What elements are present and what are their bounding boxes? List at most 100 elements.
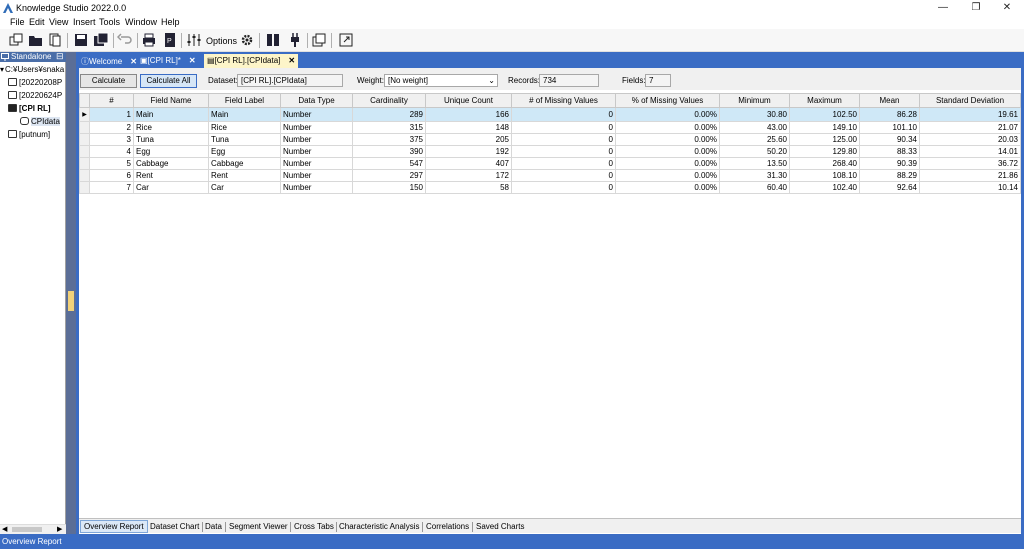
table-row[interactable]: 6 Rent Rent Number 297 172 0 0.00% 31.30 108.10 88… [79, 169, 1021, 182]
menu-edit[interactable]: Edit [29, 17, 45, 27]
menu-view[interactable]: View [49, 17, 68, 27]
row-selector[interactable] [79, 157, 90, 170]
menu-tools[interactable]: Tools [99, 17, 120, 27]
column-header[interactable]: Maximum [789, 93, 860, 108]
tree-item-project[interactable]: [20220208P [8, 78, 66, 87]
tree-item-project[interactable]: [putnum] [8, 130, 66, 139]
table-row[interactable]: 3 Tuna Tuna Number 375 205 0 0.00% 25.60 125.00 90… [79, 133, 1021, 146]
tab-saved-charts[interactable]: Saved Charts [473, 521, 527, 532]
tree-horizontal-scrollbar[interactable]: ◀ ▶ [0, 524, 66, 534]
tree-item-root[interactable]: ▾C:¥Users¥snaka [0, 65, 66, 74]
close-tab-icon[interactable]: ✕ [288, 56, 295, 65]
tab-welcome[interactable]: ⓘWelcome ✕ [78, 54, 140, 68]
copy-icon[interactable] [47, 32, 63, 48]
tab-dataset-chart[interactable]: Dataset Chart [147, 521, 202, 532]
table-cell: 50.20 [719, 145, 790, 158]
table-cell: Cabbage [208, 157, 281, 170]
table-cell: 43.00 [719, 121, 790, 134]
column-header[interactable]: Data Type [280, 93, 353, 108]
tab-cross-tabs[interactable]: Cross Tabs [291, 521, 337, 532]
column-header[interactable]: Unique Count [425, 93, 512, 108]
table-row[interactable]: ▶ 1 Main Main Number 289 166 0 0.00% 30.80 102.50 8… [79, 107, 1021, 122]
tab-data[interactable]: Data [202, 521, 225, 532]
column-header[interactable]: Standard Deviation [919, 93, 1021, 108]
new-project-icon[interactable] [8, 32, 24, 48]
close-tab-icon[interactable]: ✕ [130, 57, 137, 66]
row-selector[interactable] [79, 145, 90, 158]
table-cell: Rent [208, 169, 281, 182]
table-row[interactable]: 7 Car Car Number 150 58 0 0.00% 60.40 102.40 92.64… [79, 181, 1021, 194]
table-cell: 30.80 [719, 107, 790, 122]
restore-button[interactable]: ❐ [961, 0, 991, 16]
table-cell: 0 [511, 181, 616, 194]
options-label[interactable]: Options [206, 36, 237, 46]
toolbar: P Options [0, 29, 1024, 52]
save-all-icon[interactable] [93, 32, 109, 48]
column-header[interactable]: Minimum [719, 93, 790, 108]
maximize-window-icon[interactable] [338, 32, 354, 48]
window-cascade-icon[interactable] [311, 32, 327, 48]
open-folder-icon[interactable] [28, 32, 44, 48]
chevron-down-icon[interactable]: ⌄ [488, 75, 495, 86]
weight-select[interactable]: [No weight] ⌄ [384, 74, 498, 87]
weight-label: Weight: [357, 76, 384, 85]
column-header[interactable]: Mean [859, 93, 920, 108]
tab-characteristic-analysis[interactable]: Characteristic Analysis [336, 521, 422, 532]
tree-item-dataset[interactable]: CPIdata [20, 117, 66, 126]
table-row[interactable]: 5 Cabbage Cabbage Number 547 407 0 0.00% 13.50 26… [79, 157, 1021, 170]
menu-help[interactable]: Help [161, 17, 180, 27]
table-row[interactable]: 2 Rice Rice Number 315 148 0 0.00% 43.00 149.10 10… [79, 121, 1021, 134]
column-header[interactable]: % of Missing Values [615, 93, 720, 108]
menu-window[interactable]: Window [125, 17, 157, 27]
table-cell: 0 [511, 145, 616, 158]
table-cell: 148 [425, 121, 512, 134]
table-cell: 289 [352, 107, 426, 122]
tree-item-project[interactable]: [20220624P [8, 91, 66, 100]
minimize-button[interactable]: — [928, 0, 958, 16]
row-selector[interactable]: ▶ [79, 107, 90, 122]
undo-icon[interactable] [117, 32, 133, 48]
table-row[interactable]: 4 Egg Egg Number 390 192 0 0.00% 50.20 129.80 88.3… [79, 145, 1021, 158]
column-header[interactable]: # [89, 93, 134, 108]
expand-arrow-icon[interactable]: ▾ [0, 65, 4, 74]
scroll-thumb[interactable] [12, 527, 42, 532]
row-selector[interactable] [79, 121, 90, 134]
collapse-panel-icon[interactable]: ⊟ [56, 51, 64, 62]
tab-project[interactable]: ▣[CPI RL]* ✕ [137, 54, 199, 68]
close-tab-icon[interactable]: ✕ [189, 56, 196, 65]
row-selector[interactable] [79, 169, 90, 182]
export-pdf-icon[interactable]: P [162, 32, 178, 48]
row-selector[interactable] [79, 133, 90, 146]
menu-insert[interactable]: Insert [73, 17, 96, 27]
tab-dataset[interactable]: ▤[CPI RL].[CPIdata] ✕ [204, 54, 299, 68]
plug-icon[interactable] [287, 32, 303, 48]
calculate-all-button[interactable]: Calculate All [140, 74, 197, 88]
print-icon[interactable] [141, 32, 157, 48]
save-icon[interactable] [73, 32, 89, 48]
settings-gear-icon[interactable] [239, 32, 255, 48]
status-text: Overview Report [2, 537, 62, 546]
tab-correlations[interactable]: Correlations [423, 521, 472, 532]
table-cell: 90.34 [859, 133, 920, 146]
title-bar: Knowledge Studio 2022.0.0 — ❐ ✕ [0, 0, 1024, 16]
menu-file[interactable]: File [10, 17, 25, 27]
table-cell: 101.10 [859, 121, 920, 134]
columns-icon[interactable] [265, 32, 281, 48]
column-header[interactable]: # of Missing Values [511, 93, 616, 108]
table-cell: 0.00% [615, 157, 720, 170]
column-header[interactable]: Cardinality [352, 93, 426, 108]
tree-item-project-active[interactable]: [CPI RL] [8, 104, 66, 113]
scroll-left-icon[interactable]: ◀ [2, 525, 7, 533]
scroll-right-icon[interactable]: ▶ [57, 525, 62, 533]
options-sliders-icon[interactable] [186, 32, 202, 48]
tab-segment-viewer[interactable]: Segment Viewer [226, 521, 291, 532]
tab-overview-report[interactable]: Overview Report [80, 520, 148, 533]
row-selector[interactable] [79, 181, 90, 194]
close-window-button[interactable]: ✕ [992, 0, 1022, 16]
calculate-button[interactable]: Calculate [80, 74, 137, 88]
column-header[interactable]: Field Name [133, 93, 209, 108]
table-cell: 102.50 [789, 107, 860, 122]
column-header[interactable]: Field Label [208, 93, 281, 108]
splitter-collapse-handle[interactable] [68, 291, 74, 311]
table-cell: 0.00% [615, 107, 720, 122]
